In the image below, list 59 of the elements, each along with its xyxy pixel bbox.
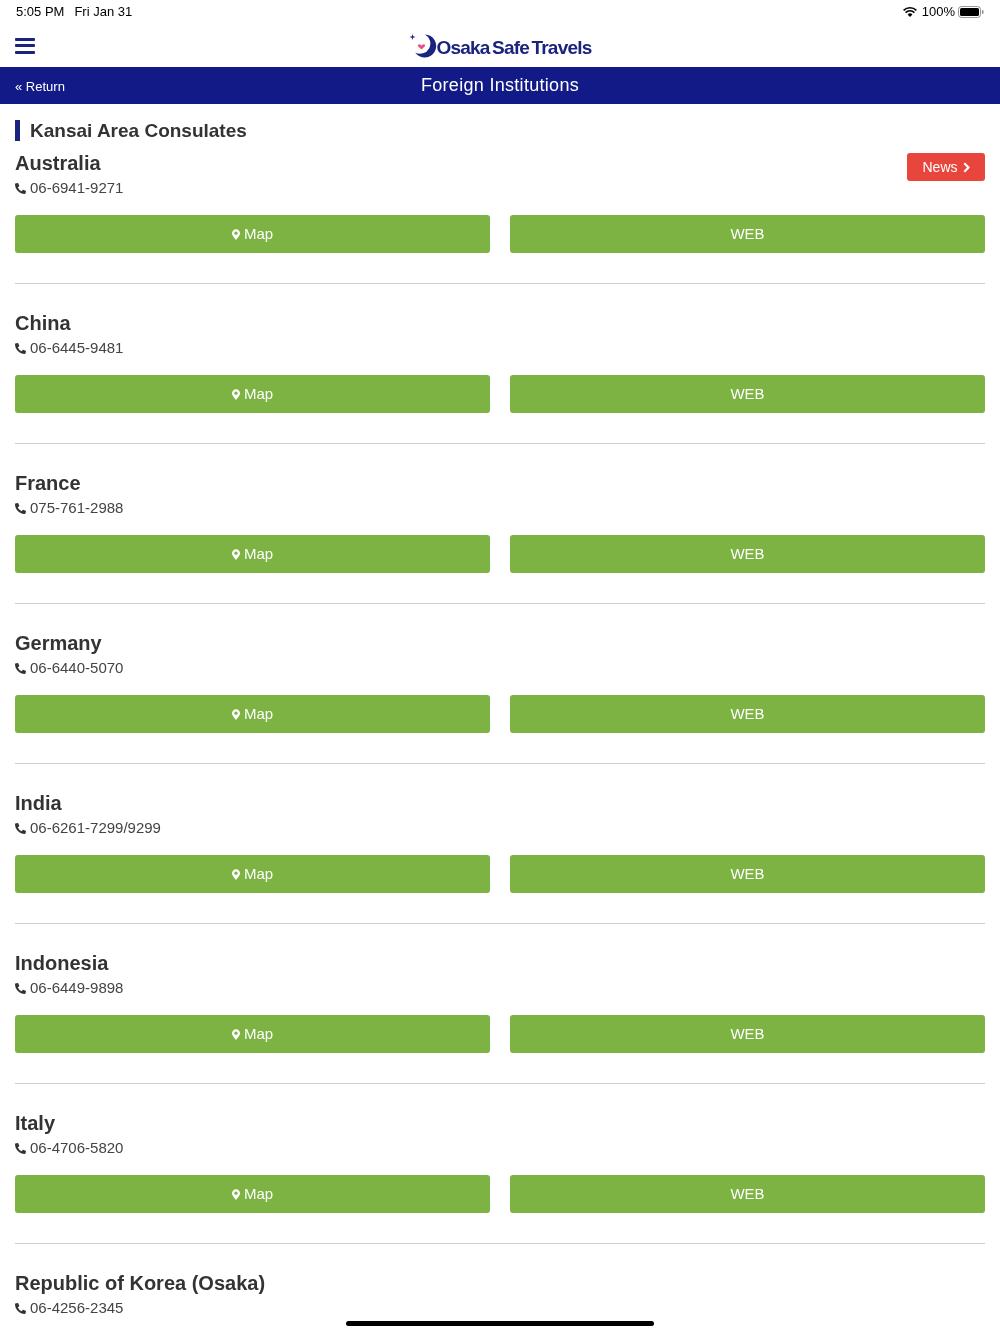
phone-number: 06-4256-2345 <box>30 1298 124 1318</box>
map-button[interactable]: Map <box>15 1015 490 1053</box>
map-pin-icon <box>231 868 240 880</box>
phone-icon <box>15 342 26 354</box>
web-button[interactable]: WEB <box>510 855 985 893</box>
consulate-name: China <box>15 311 72 335</box>
map-pin-icon <box>231 1188 240 1200</box>
phone-number: 06-6941-9271 <box>30 178 124 198</box>
status-date: Fri Jan 31 <box>74 3 133 22</box>
phone-icon <box>15 1142 26 1154</box>
wifi-icon <box>902 7 917 17</box>
news-button[interactable]: News <box>907 153 985 181</box>
phone-icon <box>15 182 26 194</box>
map-button[interactable]: Map <box>15 535 490 573</box>
logo-text: Osaka Safe Travels <box>436 35 592 60</box>
phone-icon <box>15 1302 26 1314</box>
consulate-name: Italy <box>15 1111 57 1135</box>
consulate-name: Republic of Korea (Osaka) <box>15 1271 266 1295</box>
return-link[interactable]: « Return <box>15 77 65 97</box>
battery-icon <box>958 6 984 18</box>
web-button[interactable]: WEB <box>510 215 985 253</box>
section-heading: Kansai Area Consulates <box>30 120 247 141</box>
battery-percent: 100% <box>921 3 955 22</box>
map-button[interactable]: Map <box>15 1175 490 1213</box>
web-button[interactable]: WEB <box>510 375 985 413</box>
phone-number: 06-6445-9481 <box>30 338 124 358</box>
web-button[interactable]: WEB <box>510 1175 985 1213</box>
consulate-name: Indonesia <box>15 951 110 975</box>
map-pin-icon <box>231 228 240 240</box>
heading-accent-bar <box>15 120 20 141</box>
phone-number: 06-6449-9898 <box>30 978 124 998</box>
moon-logo-icon <box>408 33 437 58</box>
chevron-right-icon <box>962 161 970 173</box>
map-pin-icon <box>231 548 240 560</box>
map-pin-icon <box>231 708 240 720</box>
page-title: Foreign Institutions <box>420 74 580 97</box>
consulate-name: France <box>15 471 82 495</box>
web-button[interactable]: WEB <box>510 695 985 733</box>
menu-button[interactable] <box>15 37 35 54</box>
phone-icon <box>15 662 26 674</box>
phone-icon <box>15 502 26 514</box>
phone-icon <box>15 822 26 834</box>
phone-number: 06-6261-7299/9299 <box>30 818 161 838</box>
phone-number: 075-761-2988 <box>30 498 124 518</box>
web-button[interactable]: WEB <box>510 1015 985 1053</box>
phone-number: 06-6440-5070 <box>30 658 124 678</box>
map-button[interactable]: Map <box>15 215 490 253</box>
status-time: 5:05 PM <box>16 3 65 22</box>
phone-icon <box>15 982 26 994</box>
map-button[interactable]: Map <box>15 375 490 413</box>
map-pin-icon <box>231 388 240 400</box>
consulate-name: Australia <box>15 151 102 175</box>
map-button[interactable]: Map <box>15 695 490 733</box>
map-pin-icon <box>231 1028 240 1040</box>
web-button[interactable]: WEB <box>510 535 985 573</box>
consulate-name: Germany <box>15 631 103 655</box>
consulate-name: India <box>15 791 63 815</box>
phone-number: 06-4706-5820 <box>30 1138 124 1158</box>
map-button[interactable]: Map <box>15 855 490 893</box>
